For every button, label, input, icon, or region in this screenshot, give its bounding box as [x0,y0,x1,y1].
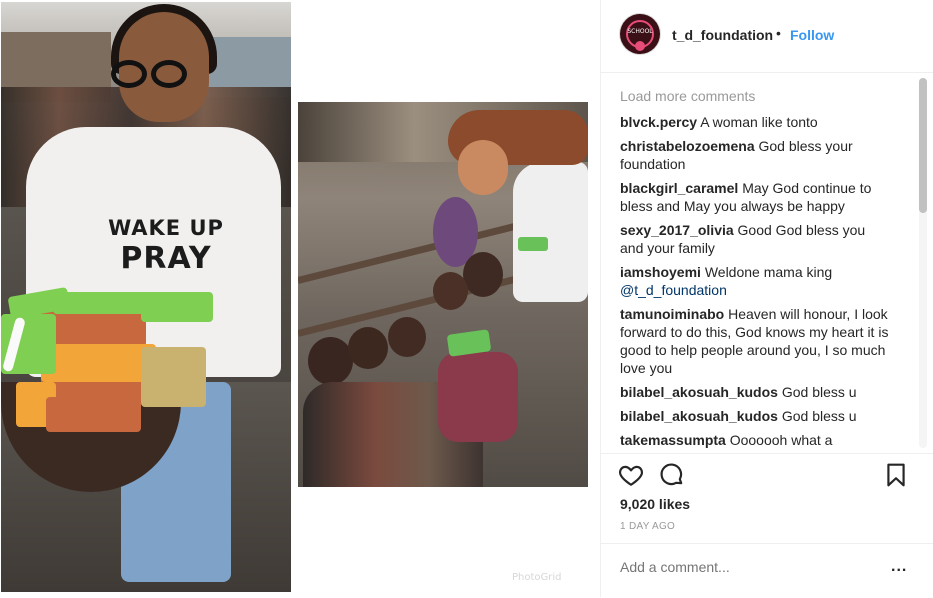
photo-child [388,317,426,357]
comment-username[interactable]: sexy_2017_olivia [620,222,734,238]
comment-username[interactable]: tamunoiminabo [620,306,724,322]
comment-item: bilabel_akosuah_kudos God bless u [620,383,892,401]
post-actions: 9,020 likes 1 DAY AGO [601,453,933,544]
comments-scrollbar[interactable] [919,78,927,448]
comment-bubble-icon[interactable] [659,462,687,490]
post-timestamp: 1 DAY AGO [620,521,676,532]
username-link[interactable]: t_d_foundation [672,27,773,43]
comment-item: iamshoyemi Weldone mama king @t_d_founda… [620,263,892,299]
shirt-print: WAKE UP PRAY [101,217,231,279]
comment-text: A woman like tonto [700,114,818,130]
comment-item: bilabel_akosuah_kudos God bless u [620,407,892,425]
photo-child [348,327,388,369]
avatar-text: SCHOOL [627,28,653,35]
comment-item: takemassumpta Ooooooh what a [620,431,892,449]
avatar-dot [635,41,645,51]
food-container-lid [41,344,156,382]
photo-children-eating [298,102,588,487]
post-media: WAKE UP PRAY PhotoGrid [0,0,600,597]
photo-child [463,252,503,297]
photo-child [308,337,353,385]
avatar[interactable]: SCHOOL [620,14,660,54]
add-comment-bar: ... [601,543,933,598]
comment-text: God bless u [781,408,857,424]
load-more-comments-button[interactable]: Load more comments [620,88,755,104]
comment-username[interactable]: blvck.percy [620,114,697,130]
comment-mention-link[interactable]: @t_d_foundation [620,282,727,298]
likes-count[interactable]: 9,020 likes [620,496,690,512]
comment-item: sexy_2017_olivia Good God bless you and … [620,221,892,257]
follow-button[interactable]: Follow [790,27,834,43]
comment-input[interactable] [620,559,870,575]
comment-item: blvck.percy A woman like tonto [620,113,892,131]
comments-list[interactable]: Load more comments blvck.percy A woman l… [601,73,933,453]
post-header: SCHOOL t_d_foundation • Follow [601,0,933,73]
comment-item: blackgirl_caramel May God continue to bl… [620,179,892,215]
food-container [141,347,206,407]
comment-username[interactable]: christabelozoemena [620,138,755,154]
separator-dot: • [776,25,781,41]
comment-username[interactable]: bilabel_akosuah_kudos [620,384,778,400]
comment-username[interactable]: takemassumpta [620,432,726,448]
shirt-line-2: PRAY [120,241,212,276]
heart-icon[interactable] [618,462,646,490]
post-sidebar: SCHOOL t_d_foundation • Follow Load more… [600,0,933,597]
photo-woman-shirt [513,162,588,302]
comment-text: Ooooooh what a [729,432,833,448]
comment-item: tamunoiminabo Heaven will honour, I look… [620,305,892,377]
shirt-line-1: WAKE UP [108,216,224,240]
photo-woman-with-food: WAKE UP PRAY [1,2,291,592]
comment-item: christabelozoemena God bless your founda… [620,137,892,173]
more-options-button[interactable]: ... [891,558,907,576]
food-container-lid [141,292,213,322]
comment-username[interactable]: blackgirl_caramel [620,180,738,196]
comment-text: God bless u [781,384,857,400]
bookmark-icon[interactable] [883,462,911,490]
photo-child [433,272,468,310]
comment-text: Weldone mama king [704,264,833,280]
food-container [46,397,141,432]
comment-username[interactable]: iamshoyemi [620,264,701,280]
photogrid-watermark: PhotoGrid [512,572,562,583]
comment-username[interactable]: bilabel_akosuah_kudos [620,408,778,424]
food-container-lid [53,292,153,314]
photo-glasses [107,60,195,90]
food-container [518,237,548,251]
scrollbar-thumb[interactable] [919,78,927,213]
photo-child-dress [438,352,518,442]
photo-woman-face [458,140,508,195]
